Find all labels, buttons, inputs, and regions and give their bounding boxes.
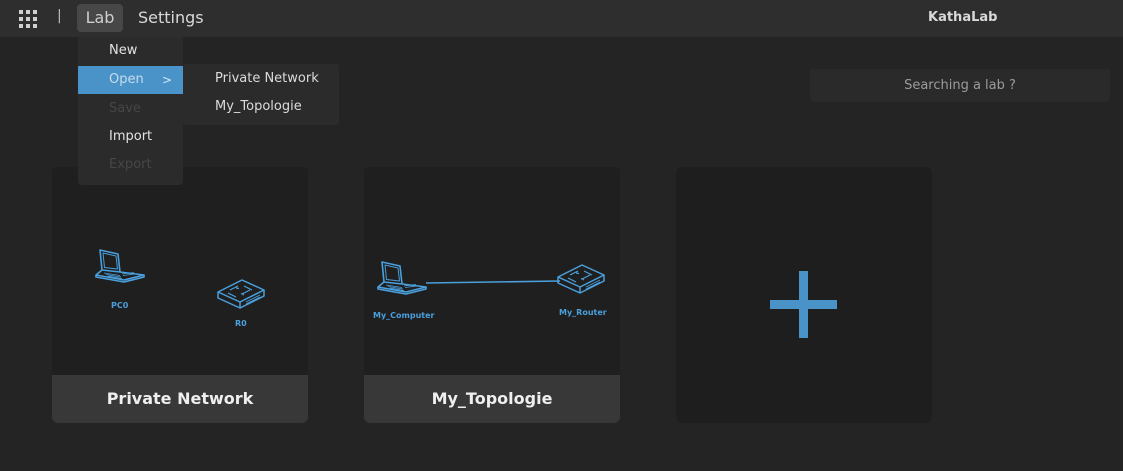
add-lab-card[interactable] (676, 167, 932, 423)
menu-item-export: Export (78, 151, 183, 179)
lab-card-my-topologie[interactable]: My_Computer My_Router My_Topologie (364, 167, 620, 423)
laptop-icon (377, 261, 427, 295)
menu-item-label: Export (109, 157, 152, 172)
lab-dropdown-menu: New Open > Save Import Export (78, 37, 183, 185)
node-label: PC0 (111, 301, 129, 310)
link-line (425, 280, 561, 284)
grid-icon[interactable] (19, 10, 37, 28)
laptop-icon (95, 249, 145, 283)
node-label: My_Computer (373, 311, 435, 320)
menu-item-import[interactable]: Import (78, 123, 183, 151)
open-submenu: Private Network My_Topologie (183, 64, 339, 125)
lab-card-title: Private Network (52, 375, 308, 423)
app-title: KathaLab (928, 10, 998, 25)
menu-settings[interactable]: Settings (138, 4, 204, 32)
chevron-right-icon: > (161, 73, 172, 87)
node-label: My_Router (559, 308, 607, 317)
router-icon (557, 264, 605, 294)
search-input[interactable] (810, 69, 1110, 102)
menu-item-label: New (109, 43, 138, 58)
menu-item-label: Save (109, 101, 141, 116)
submenu-item-my-topologie[interactable]: My_Topologie (183, 93, 339, 121)
menu-item-label: Open (109, 72, 144, 87)
menu-item-save: Save (78, 95, 183, 123)
router-icon (217, 279, 265, 309)
topology-preview: My_Computer My_Router (364, 167, 620, 375)
node-label: R0 (235, 319, 247, 328)
top-bar: | Lab Settings KathaLab (0, 0, 1123, 37)
menu-separator: | (57, 8, 62, 24)
topology-preview: PC0 R0 (52, 167, 308, 375)
menu-item-label: Import (109, 129, 153, 144)
menu-item-open[interactable]: Open > (78, 66, 183, 94)
lab-card-private-network[interactable]: PC0 R0 Private Network (52, 167, 308, 423)
lab-card-title: My_Topologie (364, 375, 620, 423)
menu-item-new[interactable]: New (78, 37, 183, 65)
menu-lab[interactable]: Lab (77, 4, 123, 32)
plus-icon (770, 271, 837, 342)
submenu-item-private-network[interactable]: Private Network (183, 65, 339, 93)
